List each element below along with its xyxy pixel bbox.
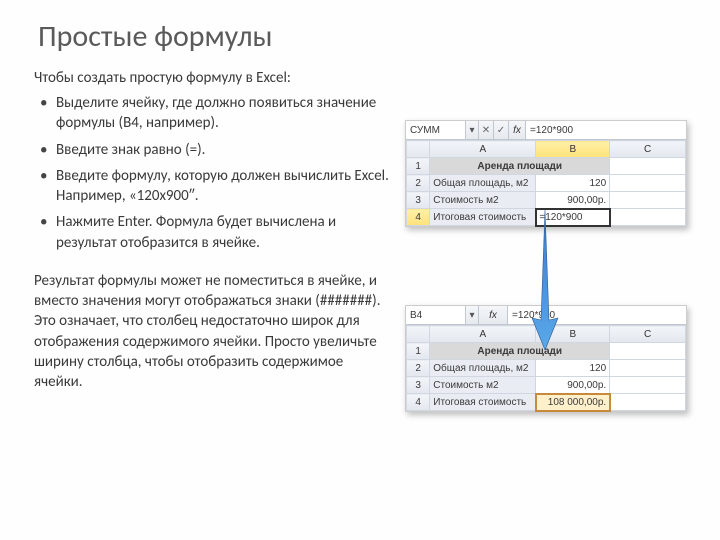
cell[interactable]: Стоимость м2 bbox=[430, 377, 536, 394]
name-box-dropdown-icon[interactable]: ▾ bbox=[466, 306, 479, 324]
cell[interactable]: Аренда площади bbox=[430, 158, 610, 175]
row-header[interactable]: 1 bbox=[407, 343, 430, 360]
note-text: Результат формулы может не поместиться в… bbox=[34, 271, 394, 393]
formula-bar[interactable]: =120*900 bbox=[526, 121, 686, 139]
cell[interactable]: Общая площадь, м2 bbox=[430, 360, 536, 377]
fx-icon[interactable]: fx bbox=[509, 121, 526, 139]
col-header[interactable]: B bbox=[536, 141, 610, 158]
spreadsheet-grid: A B C 1 Аренда площади 2 Общая площадь, … bbox=[406, 140, 686, 226]
cell[interactable] bbox=[610, 377, 686, 394]
confirm-icon[interactable]: ✓ bbox=[494, 121, 509, 139]
col-header[interactable]: A bbox=[430, 141, 536, 158]
cancel-icon[interactable]: ✕ bbox=[479, 121, 494, 139]
name-box[interactable]: СУММ bbox=[406, 121, 466, 139]
select-all-corner[interactable] bbox=[407, 326, 430, 343]
row-header[interactable]: 2 bbox=[407, 175, 430, 192]
steps-list: Выделите ячейку, где должно появиться зн… bbox=[34, 93, 394, 253]
step-item: Введите формулу, которую должен вычислит… bbox=[48, 166, 394, 207]
row-header[interactable]: 3 bbox=[407, 377, 430, 394]
step-item: Нажмите Enter. Формула будет вычислена и… bbox=[48, 212, 394, 253]
col-header[interactable]: A bbox=[430, 326, 536, 343]
cell[interactable] bbox=[610, 192, 686, 209]
row-header[interactable]: 3 bbox=[407, 192, 430, 209]
row-header[interactable]: 4 bbox=[407, 209, 430, 226]
cell[interactable]: Итоговая стоимость bbox=[430, 394, 536, 411]
cell[interactable]: Общая площадь, м2 bbox=[430, 175, 536, 192]
step-item: Выделите ячейку, где должно появиться зн… bbox=[48, 93, 394, 134]
active-cell[interactable]: 108 000,00р. bbox=[536, 394, 610, 411]
name-box[interactable]: B4 bbox=[406, 306, 466, 324]
active-cell[interactable]: =120*900 bbox=[536, 209, 610, 226]
row-header[interactable]: 2 bbox=[407, 360, 430, 377]
spreadsheet-grid: A B C 1 Аренда площади 2 Общая площадь, … bbox=[406, 325, 686, 411]
cell[interactable]: Стоимость м2 bbox=[430, 192, 536, 209]
col-header[interactable]: C bbox=[610, 326, 686, 343]
cell[interactable]: 120 bbox=[536, 360, 610, 377]
intro-text: Чтобы создать простую формулу в Excel: bbox=[34, 69, 394, 87]
cell[interactable] bbox=[610, 209, 686, 226]
col-header[interactable]: B bbox=[536, 326, 610, 343]
cell[interactable]: Итоговая стоимость bbox=[430, 209, 536, 226]
cell[interactable]: 900,00р. bbox=[536, 192, 610, 209]
cell[interactable] bbox=[610, 360, 686, 377]
row-header[interactable]: 1 bbox=[407, 158, 430, 175]
cell[interactable]: 120 bbox=[536, 175, 610, 192]
excel-screenshot-result: B4 ▾ fx =120*900 A B C 1 Аренда площади … bbox=[405, 305, 687, 412]
cell[interactable] bbox=[610, 175, 686, 192]
cell[interactable] bbox=[610, 158, 686, 175]
step-item: Введите знак равно (=). bbox=[48, 140, 394, 160]
name-box-dropdown-icon[interactable]: ▾ bbox=[466, 121, 479, 139]
select-all-corner[interactable] bbox=[407, 141, 430, 158]
excel-screenshot-editing: СУММ ▾ ✕ ✓ fx =120*900 A B C 1 Аренда пл… bbox=[405, 120, 687, 227]
cell[interactable] bbox=[610, 343, 686, 360]
cell[interactable]: 900,00р. bbox=[536, 377, 610, 394]
fx-icon[interactable]: fx bbox=[479, 306, 508, 324]
cell[interactable]: Аренда площади bbox=[430, 343, 610, 360]
formula-bar[interactable]: =120*900 bbox=[508, 306, 686, 324]
row-header[interactable]: 4 bbox=[407, 394, 430, 411]
slide-title: Простые формулы bbox=[38, 18, 690, 55]
cell[interactable] bbox=[610, 394, 686, 411]
col-header[interactable]: C bbox=[610, 141, 686, 158]
